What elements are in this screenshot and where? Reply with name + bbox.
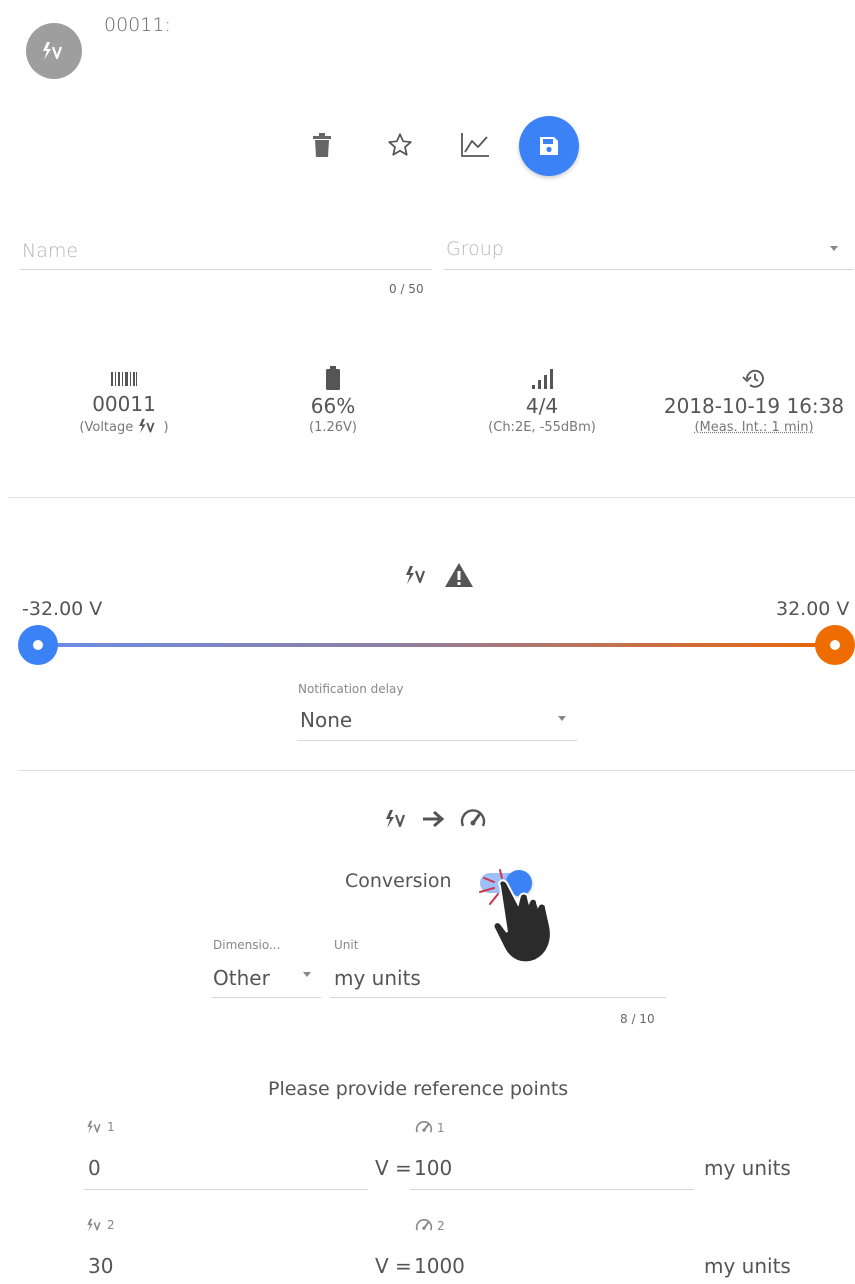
ref-point-1-input[interactable]: 0: [88, 1156, 101, 1180]
ref-point-2-input[interactable]: 30: [88, 1254, 113, 1278]
alarm-min-handle[interactable]: [18, 625, 58, 665]
voltage-icon: [86, 1120, 104, 1134]
barcode-icon: [111, 372, 137, 386]
alarm-max-label: 32.00 V: [776, 598, 850, 620]
ref-point-1-unit: my units: [704, 1156, 791, 1180]
signal-icon: [532, 369, 553, 389]
group-select[interactable]: Group: [446, 238, 504, 260]
arrow-right-icon: [423, 810, 445, 828]
notification-delay-arrow[interactable]: [558, 716, 566, 721]
ref-point-2-input-index: 2: [107, 1218, 115, 1232]
chart-button[interactable]: [456, 126, 494, 164]
notification-delay-underline: [297, 740, 577, 741]
ref-point-1-output-prefix: V =: [375, 1156, 412, 1180]
voltage-icon: [41, 41, 67, 61]
stat-id-value: 00011: [92, 392, 156, 416]
reference-points-title: Please provide reference points: [268, 1078, 569, 1100]
unit-counter: 8 / 10: [620, 1012, 655, 1026]
delete-button[interactable]: [306, 126, 338, 164]
voltage-icon: [384, 809, 410, 829]
group-dropdown-arrow[interactable]: [830, 246, 838, 251]
gauge-icon: [458, 808, 488, 830]
save-icon: [540, 137, 558, 155]
ref-point-1-input-index: 1: [107, 1120, 115, 1134]
favorite-button[interactable]: [382, 126, 418, 164]
dimension-underline: [211, 997, 321, 998]
stat-signal: 4/4 (Ch:2E, -55dBm): [442, 368, 642, 435]
stat-battery-sub: (1.26V): [309, 420, 357, 435]
ref-point-2-output-index: 2: [437, 1218, 445, 1233]
tap-hand-icon: [479, 869, 552, 964]
ref-point-2-output-label: 2: [414, 1218, 445, 1233]
stat-signal-sub: (Ch:2E, -55dBm): [488, 420, 596, 435]
voltage-icon: [404, 565, 430, 585]
unit-label: Unit: [334, 938, 359, 952]
dimension-select[interactable]: Other: [213, 966, 270, 990]
dimension-dropdown-arrow[interactable]: [303, 972, 311, 977]
sensor-title: 00011:: [104, 14, 171, 36]
unit-input[interactable]: my units: [334, 966, 421, 990]
chart-line-icon: [461, 133, 489, 157]
section-divider: [8, 497, 855, 498]
name-input[interactable]: Name: [22, 240, 78, 262]
alarm-max-handle-dot: [830, 640, 840, 650]
sensor-avatar: [26, 23, 82, 79]
alarm-header: [404, 562, 474, 588]
stat-id: 00011 (Voltage ): [24, 372, 224, 435]
stat-battery-value: 66%: [310, 394, 356, 418]
save-button[interactable]: [519, 116, 579, 176]
stat-last-measurement-value: 2018-10-19 16:38: [663, 394, 845, 418]
battery-icon: [326, 366, 340, 390]
ref-point-2-output-prefix: V =: [375, 1254, 412, 1278]
ref-point-2-unit: my units: [704, 1254, 791, 1278]
ref-point-1-output-index: 1: [437, 1120, 445, 1135]
star-outline-icon: [388, 133, 412, 156]
section-divider: [18, 770, 855, 771]
stat-last-measurement: 2018-10-19 16:38 (Meas. Int.: 1 min): [654, 368, 854, 435]
trash-icon: [313, 133, 331, 157]
ref-point-1-input-underline: [84, 1189, 368, 1190]
alarm-min-handle-dot: [33, 640, 43, 650]
ref-point-2-output[interactable]: 1000: [414, 1254, 465, 1278]
stat-id-sub-suffix: ): [159, 420, 169, 435]
alarm-min-label: -32.00 V: [22, 598, 103, 620]
warning-icon: [445, 563, 473, 587]
voltage-icon: [86, 1218, 104, 1232]
ref-point-1-output[interactable]: 100: [414, 1156, 452, 1180]
ref-point-2-input-label: 2: [86, 1218, 115, 1232]
name-input-underline: [20, 269, 432, 270]
name-counter: 0 / 50: [389, 282, 424, 296]
conversion-header: [384, 808, 488, 830]
stat-measurement-interval[interactable]: (Meas. Int.: 1 min): [654, 420, 854, 435]
gauge-icon: [414, 1218, 434, 1233]
stat-signal-value: 4/4: [525, 394, 559, 418]
stat-id-sub-prefix: (Voltage: [79, 420, 138, 435]
group-select-underline: [444, 269, 854, 270]
notification-delay-select[interactable]: None: [300, 708, 352, 732]
stat-id-sub: (Voltage ): [24, 418, 224, 435]
voltage-icon: [137, 418, 159, 434]
conversion-toggle-label: Conversion: [345, 870, 452, 892]
notification-delay-label: Notification delay: [298, 682, 404, 696]
stat-battery: 66% (1.26V): [233, 366, 433, 435]
history-icon: [742, 369, 764, 388]
gauge-icon: [414, 1120, 434, 1135]
alarm-max-handle[interactable]: [815, 625, 855, 665]
dimension-label: Dimensio...: [213, 938, 281, 952]
ref-point-1-input-label: 1: [86, 1120, 115, 1134]
unit-underline: [330, 997, 666, 998]
ref-point-1-output-underline: [410, 1189, 694, 1190]
alarm-range-track[interactable]: [40, 643, 832, 647]
ref-point-1-output-label: 1: [414, 1120, 445, 1135]
